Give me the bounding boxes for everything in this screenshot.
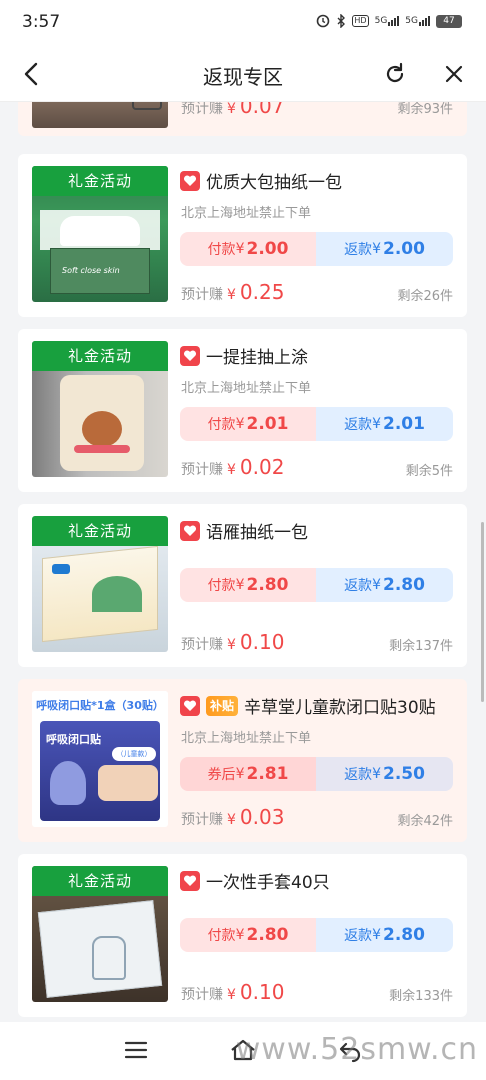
- product-card[interactable]: 礼金活动 一次性手套40只 付款 ¥2.80 返款 ¥2.80 预计赚 ¥0.10 剩…: [18, 854, 467, 1017]
- menu-icon[interactable]: [124, 1040, 148, 1060]
- pay-price: 付款 ¥2.00: [180, 232, 316, 266]
- price-bar: 券后 ¥2.81 返款 ¥2.50: [180, 757, 453, 791]
- estimated-earn: 预计赚 ¥0.10: [181, 980, 285, 1004]
- status-icons: HD 5G 5G 47: [316, 14, 462, 28]
- signal-5g-icon: 5G: [375, 16, 400, 26]
- title-row: 优质大包抽纸一包: [180, 168, 457, 193]
- title-row: 一提挂抽上涂: [180, 343, 457, 368]
- pay-price: 付款 ¥2.80: [180, 568, 316, 602]
- stock-remaining: 剩余5件: [405, 464, 453, 479]
- address-note: 北京上海地址禁止下单: [181, 731, 312, 746]
- product-title: 语雁抽纸一包: [206, 523, 308, 543]
- refund-price: 返款 ¥2.01: [316, 407, 453, 441]
- product-title: 优质大包抽纸一包: [206, 173, 342, 193]
- heart-tag-icon: [180, 520, 200, 541]
- system-nav-bar: www.52smw.cn: [0, 1022, 486, 1080]
- heart-tag-icon: [180, 345, 200, 366]
- estimated-earn: 预计赚 ¥0.25: [181, 280, 285, 304]
- estimated-earn: 预计赚 ¥ 0.07: [181, 102, 285, 118]
- product-card[interactable]: 呼吸闭口贴*1盒（30贴） 呼吸闭口贴 （儿童款） 补贴 辛草堂儿童款闭口贴30…: [18, 679, 467, 842]
- stock-remaining: 剩余42件: [397, 814, 453, 829]
- heart-tag-icon: [180, 170, 200, 191]
- pay-price: 付款 ¥2.01: [180, 407, 316, 441]
- product-card[interactable]: 礼金活动 语雁抽纸一包 付款 ¥2.80 返款 ¥2.80 预计赚 ¥0.10 剩余1…: [18, 504, 467, 667]
- product-image-text: Soft close skin: [62, 266, 120, 275]
- product-title: 一次性手套40只: [206, 873, 330, 893]
- stock-remaining: 剩余137件: [389, 639, 453, 654]
- refund-price: 返款 ¥2.80: [316, 568, 453, 602]
- refund-price: 返款 ¥2.00: [316, 232, 453, 266]
- product-image-text-2: 呼吸闭口贴: [46, 733, 101, 746]
- heart-tag-icon: [180, 870, 200, 891]
- product-card-partial[interactable]: 预计赚 ¥ 0.07 剩余93件: [18, 102, 467, 136]
- refresh-icon[interactable]: [382, 61, 408, 87]
- title-row: 补贴 辛草堂儿童款闭口贴30贴: [180, 693, 457, 718]
- pay-price: 券后 ¥2.81: [180, 757, 316, 791]
- price-bar: 付款 ¥2.01 返款 ¥2.01: [180, 407, 453, 441]
- promo-badge: 礼金活动: [32, 341, 168, 371]
- title-row: 语雁抽纸一包: [180, 518, 457, 543]
- watermark: www.52smw.cn: [235, 1032, 478, 1067]
- product-thumbnail: Soft close skin 礼金活动: [32, 166, 168, 302]
- alarm-icon: [317, 14, 330, 28]
- refund-price: 返款 ¥2.80: [316, 918, 453, 952]
- product-thumbnail: 礼金活动: [32, 866, 168, 1002]
- subsidy-tag: 补贴: [206, 695, 239, 716]
- close-icon[interactable]: [442, 62, 466, 86]
- price-bar: 付款 ¥2.00 返款 ¥2.00: [180, 232, 453, 266]
- address-note: 北京上海地址禁止下单: [181, 381, 312, 396]
- product-image-text-3: （儿童款）: [112, 747, 156, 761]
- pay-price: 付款 ¥2.80: [180, 918, 316, 952]
- product-image-text: 呼吸闭口贴*1盒（30贴）: [32, 691, 168, 721]
- page-title: 返现专区: [203, 65, 283, 89]
- stock-remaining: 剩余133件: [389, 989, 453, 1004]
- product-thumbnail: 礼金活动: [32, 341, 168, 477]
- price-bar: 付款 ¥2.80 返款 ¥2.80: [180, 918, 453, 952]
- estimated-earn: 预计赚 ¥0.02: [181, 455, 285, 479]
- product-card[interactable]: Soft close skin 礼金活动 优质大包抽纸一包 北京上海地址禁止下单…: [18, 154, 467, 317]
- heart-tag-icon: [180, 695, 200, 716]
- promo-badge: 礼金活动: [32, 866, 168, 896]
- promo-badge: 礼金活动: [32, 516, 168, 546]
- product-thumbnail: [32, 102, 168, 128]
- product-title: 一提挂抽上涂: [206, 348, 308, 368]
- title-row: 一次性手套40只: [180, 868, 457, 893]
- refund-price: 返款 ¥2.50: [316, 757, 453, 791]
- product-thumbnail: 呼吸闭口贴*1盒（30贴） 呼吸闭口贴 （儿童款）: [32, 691, 168, 827]
- signal-5g-icon-2: 5G: [405, 16, 430, 26]
- scrollbar[interactable]: [481, 522, 484, 702]
- estimated-earn: 预计赚 ¥0.03: [181, 805, 285, 829]
- bluetooth-icon: [337, 14, 346, 28]
- stock-remaining: 剩余26件: [397, 289, 453, 304]
- status-time: 3:57: [22, 12, 61, 32]
- promo-badge: 礼金活动: [32, 166, 168, 196]
- hd-icon: HD: [352, 15, 369, 27]
- stock-remaining: 剩余93件: [397, 102, 453, 117]
- address-note: 北京上海地址禁止下单: [181, 206, 312, 221]
- product-list: 预计赚 ¥ 0.07 剩余93件 Soft close skin 礼金活动 优质…: [0, 102, 486, 1022]
- status-bar: 3:57 HD 5G 5G 47: [0, 0, 486, 48]
- product-thumbnail: 礼金活动: [32, 516, 168, 652]
- estimated-earn: 预计赚 ¥0.10: [181, 630, 285, 654]
- price-bar: 付款 ¥2.80 返款 ¥2.80: [180, 568, 453, 602]
- product-card[interactable]: 礼金活动 一提挂抽上涂 北京上海地址禁止下单 付款 ¥2.01 返款 ¥2.01 预…: [18, 329, 467, 492]
- nav-bar: 返现专区: [0, 48, 486, 102]
- battery-icon: 47: [436, 14, 462, 28]
- product-title: 辛草堂儿童款闭口贴30贴: [244, 698, 436, 718]
